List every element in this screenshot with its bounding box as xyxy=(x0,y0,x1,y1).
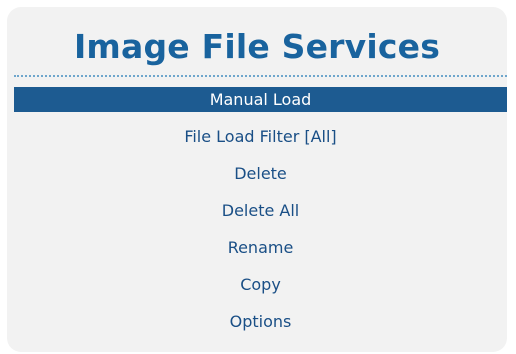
menu-item-options[interactable]: Options xyxy=(14,309,507,334)
image-file-services-panel: Image File Services Manual Load File Loa… xyxy=(7,7,507,352)
menu-item-manual-load[interactable]: Manual Load xyxy=(14,87,507,112)
menu-item-rename[interactable]: Rename xyxy=(14,235,507,260)
title-divider xyxy=(14,75,507,77)
page-title: Image File Services xyxy=(73,27,441,66)
menu-item-copy[interactable]: Copy xyxy=(14,272,507,297)
menu-item-delete-all[interactable]: Delete All xyxy=(14,198,507,223)
menu-item-delete[interactable]: Delete xyxy=(14,161,507,186)
menu-list: Manual Load File Load Filter [All] Delet… xyxy=(14,87,507,346)
menu-item-file-load-filter[interactable]: File Load Filter [All] xyxy=(14,124,507,149)
